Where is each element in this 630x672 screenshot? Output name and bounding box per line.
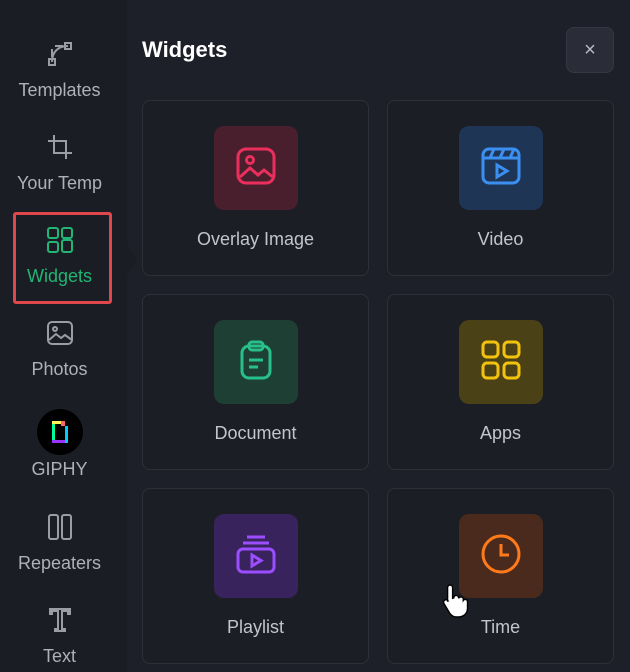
- clipboard-icon: [235, 339, 277, 386]
- sidebar-item-label: Text: [42, 646, 76, 666]
- widget-card-label: Document: [214, 423, 297, 443]
- widget-card-label: Time: [480, 617, 521, 637]
- sidebar-item-giphy[interactable]: GIPHY: [0, 409, 119, 480]
- widget-card-label: Video: [477, 229, 524, 249]
- widget-card-playlist[interactable]: Playlist: [142, 488, 369, 664]
- sidebar-item-label: Templates: [18, 80, 101, 100]
- playlist-tile: [214, 514, 298, 598]
- repeaters-icon: [43, 510, 77, 544]
- photo-icon: [43, 316, 77, 350]
- sidebar-item-label: Repeaters: [17, 553, 102, 573]
- sidebar: Templates Your Temp Widgets Photos GIPHY…: [0, 0, 127, 672]
- panel-title: Widgets: [142, 37, 228, 62]
- sidebar-item-widgets[interactable]: Widgets: [0, 223, 119, 287]
- image-icon: [235, 145, 277, 192]
- sidebar-item-text[interactable]: Text: [0, 603, 119, 667]
- close-icon: ×: [584, 38, 596, 61]
- sidebar-item-your-templates[interactable]: Your Temp: [0, 130, 119, 194]
- time-tile: [459, 514, 543, 598]
- sidebar-item-label: Photos: [31, 359, 88, 379]
- apps-tile: [459, 320, 543, 404]
- sidebar-notch: [127, 243, 137, 275]
- widget-card-video[interactable]: Video: [387, 100, 614, 276]
- playlist-icon: [235, 533, 277, 580]
- templates-icon: [43, 37, 77, 71]
- widget-card-document[interactable]: Document: [142, 294, 369, 470]
- video-tile: [459, 126, 543, 210]
- sidebar-item-label: Widgets: [26, 266, 93, 286]
- sidebar-item-label: GIPHY: [31, 459, 88, 479]
- document-tile: [214, 320, 298, 404]
- widget-card-overlay-image[interactable]: Overlay Image: [142, 100, 369, 276]
- clock-icon: [480, 533, 522, 580]
- video-icon: [480, 145, 522, 192]
- overlay-image-tile: [214, 126, 298, 210]
- close-button[interactable]: ×: [566, 27, 614, 73]
- text-icon: [43, 603, 77, 637]
- widget-card-time[interactable]: Time: [387, 488, 614, 664]
- crop-icon: [43, 130, 77, 164]
- giphy-icon: [36, 409, 83, 455]
- widgets-icon: [43, 223, 77, 257]
- widget-card-label: Overlay Image: [196, 229, 315, 249]
- sidebar-item-photos[interactable]: Photos: [0, 316, 119, 380]
- apps-grid-icon: [480, 339, 522, 386]
- widget-card-label: Apps: [479, 423, 522, 443]
- widget-card-apps[interactable]: Apps: [387, 294, 614, 470]
- sidebar-item-label: Your Temp: [16, 173, 103, 193]
- sidebar-item-templates[interactable]: Templates: [0, 37, 119, 101]
- sidebar-item-repeaters[interactable]: Repeaters: [0, 510, 119, 574]
- widget-card-label: Playlist: [226, 617, 284, 637]
